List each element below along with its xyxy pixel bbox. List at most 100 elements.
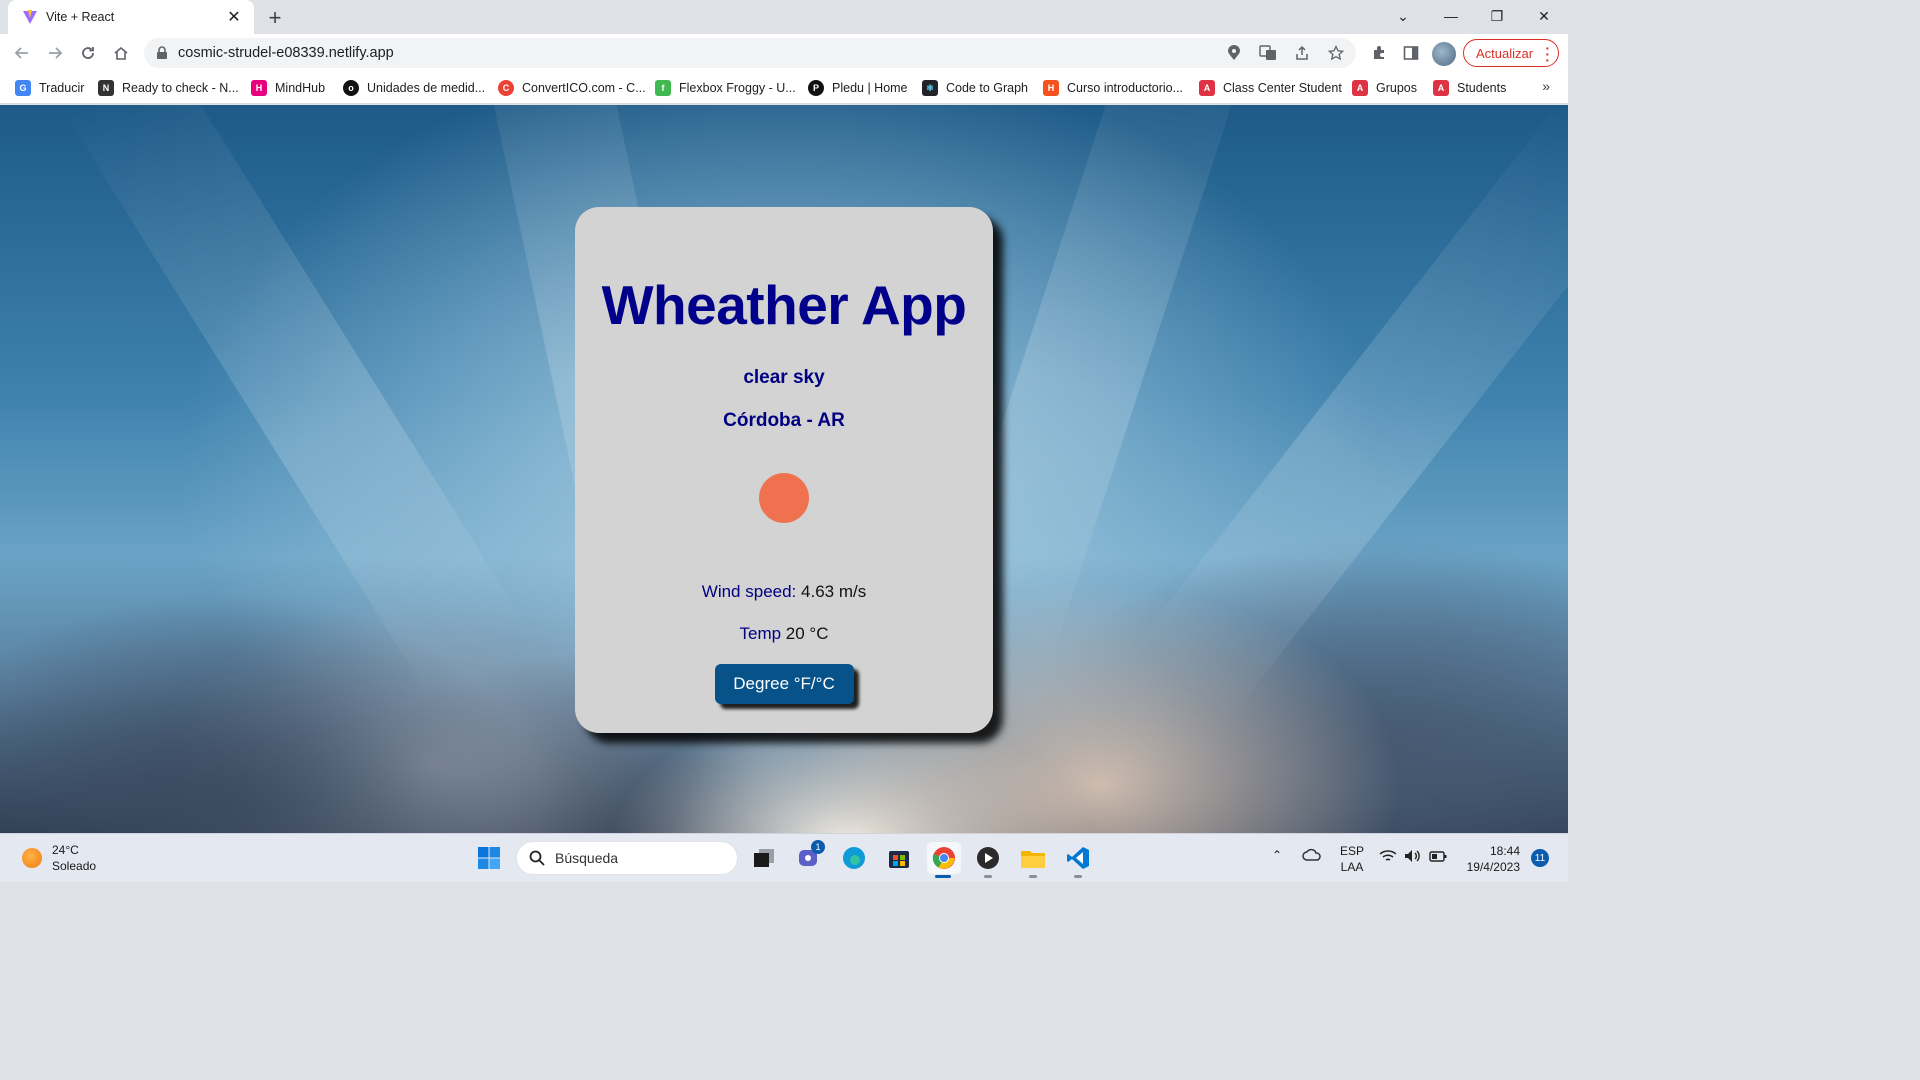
teams-icon[interactable]: 1 [793,840,825,874]
sun-icon [22,848,42,868]
extensions-icon[interactable] [1364,38,1394,68]
bookmark-item[interactable]: P Pledu | Home [808,78,908,98]
bookmark-label: Class Center Student [1223,81,1342,95]
tab-title: Vite + React [46,10,115,24]
bookmark-label: Students [1457,81,1507,95]
browser-tab[interactable]: Vite + React ✕ [8,0,254,34]
link-icon: o [343,80,359,96]
temperature: Temp 20 °C [739,624,828,644]
chrome-running-indicator [935,875,951,878]
translate-icon[interactable] [1258,43,1278,63]
language-indicator[interactable]: ESP LAA [1340,843,1364,875]
temp-value: 20 °C [785,624,829,643]
bookmark-label: Curso introductorio... [1067,81,1184,95]
close-window-button[interactable]: ✕ [1521,0,1567,32]
running-indicator [1074,875,1082,878]
bookmark-label: Code to Graph [946,81,1028,95]
bookmark-item[interactable]: ⚛ Code to Graph [922,78,1028,98]
running-indicator [984,875,992,878]
weather-description: clear sky [743,367,825,388]
vscode-icon[interactable] [1062,842,1094,874]
chevron-double-right-icon[interactable]: » [1542,78,1550,94]
lang-top: ESP [1340,844,1365,858]
volume-icon[interactable] [1404,849,1422,866]
bookmark-label: Flexbox Froggy - U... [679,81,796,95]
store-icon[interactable] [883,842,915,874]
bookmark-item[interactable]: H MindHub [251,78,325,98]
mindhub-icon: H [251,80,267,96]
task-view-icon[interactable] [748,842,780,874]
location-icon[interactable] [1224,43,1244,63]
angular-icon: A [1352,80,1368,96]
reload-button[interactable] [73,38,103,68]
bookmark-item[interactable]: A Grupos [1352,78,1417,98]
bookmark-item[interactable]: N Ready to check - N... [98,78,239,98]
tab-search-icon[interactable]: ⌄ [1380,0,1426,32]
google-translate-icon: G [15,80,31,96]
forward-button[interactable] [40,38,70,68]
restore-button[interactable]: ❐ [1474,0,1520,32]
close-icon[interactable]: ✕ [224,7,244,27]
clock-date: 19/4/2023 [1466,860,1520,874]
chrome-icon[interactable] [927,842,961,874]
bookmark-label: ConvertICO.com - C... [522,81,646,95]
bookmark-item[interactable]: H Curso introductorio... [1043,78,1183,98]
bookmark-item[interactable]: G Traducir [15,78,84,98]
converter-icon: C [498,80,514,96]
notion-icon: N [98,80,114,96]
taskbar-search[interactable]: Búsqueda [516,841,738,875]
bookmarks-bar: G Traducir N Ready to check - N... H MindHu… [0,72,1568,104]
file-explorer-icon[interactable] [1017,842,1049,874]
sun-icon [759,473,809,523]
update-button[interactable]: Actualizar · · · [1463,39,1559,67]
teams-badge: 1 [811,840,825,854]
taskbar: 24°C Soleado Búsqueda 1 ⌃ ESP LAA 18:44 … [0,833,1568,882]
app-title: Wheather App [601,274,967,336]
wifi-icon[interactable] [1379,849,1397,866]
onedrive-icon[interactable] [1302,847,1322,866]
page-viewport: Wheather App clear sky Córdoba - AR Wind… [0,105,1568,833]
windows-start-icon[interactable] [473,842,505,874]
battery-icon[interactable] [1429,849,1447,866]
search-icon [529,850,545,866]
bookmark-item[interactable]: o Unidades de medid... [343,78,485,98]
bookmark-item[interactable]: C ConvertICO.com - C... [498,78,646,98]
share-icon[interactable] [1292,43,1312,63]
vite-icon [22,9,38,25]
taskbar-weather-widget[interactable]: 24°C Soleado [22,842,96,874]
chevron-up-icon[interactable]: ⌃ [1272,848,1282,862]
notification-badge[interactable]: 11 [1531,849,1549,867]
side-panel-icon[interactable] [1396,38,1426,68]
back-button[interactable] [7,38,37,68]
star-icon[interactable] [1326,43,1346,63]
bookmark-item[interactable]: f Flexbox Froggy - U... [655,78,796,98]
browser-toolbar: cosmic-strudel-e08339.netlify.app Actual… [0,34,1568,72]
degree-toggle-button[interactable]: Degree °F/°C [714,664,854,704]
lang-bottom: LAA [1340,860,1364,874]
clock-time: 18:44 [1489,844,1520,858]
location-label: Córdoba - AR [723,410,845,431]
weather-card: Wheather App clear sky Córdoba - AR Wind… [575,207,993,733]
bookmark-label: Pledu | Home [832,81,908,95]
html-icon: H [1043,80,1059,96]
react-icon: ⚛ [922,80,938,96]
minimize-button[interactable]: — [1428,0,1474,32]
angular-icon: A [1433,80,1449,96]
bookmark-label: Grupos [1376,81,1417,95]
media-player-icon[interactable] [972,842,1004,874]
system-clock[interactable]: 18:44 19/4/2023 [1460,843,1520,875]
address-bar[interactable]: cosmic-strudel-e08339.netlify.app [144,38,1356,68]
home-icon [114,46,128,60]
home-button[interactable] [106,38,136,68]
bookmark-label: Ready to check - N... [122,81,239,95]
edge-icon[interactable] [838,842,870,874]
menu-dots-icon[interactable]: · · · [1545,41,1550,67]
bookmark-label: Traducir [39,81,85,95]
background-sunray [58,105,531,697]
profile-avatar[interactable] [1432,42,1456,66]
weather-temp: 24°C [52,843,79,857]
bookmark-item[interactable]: A Class Center Student [1199,78,1342,98]
new-tab-button[interactable]: + [262,5,288,31]
running-indicator [1029,875,1037,878]
bookmark-item[interactable]: A Students [1433,78,1506,98]
